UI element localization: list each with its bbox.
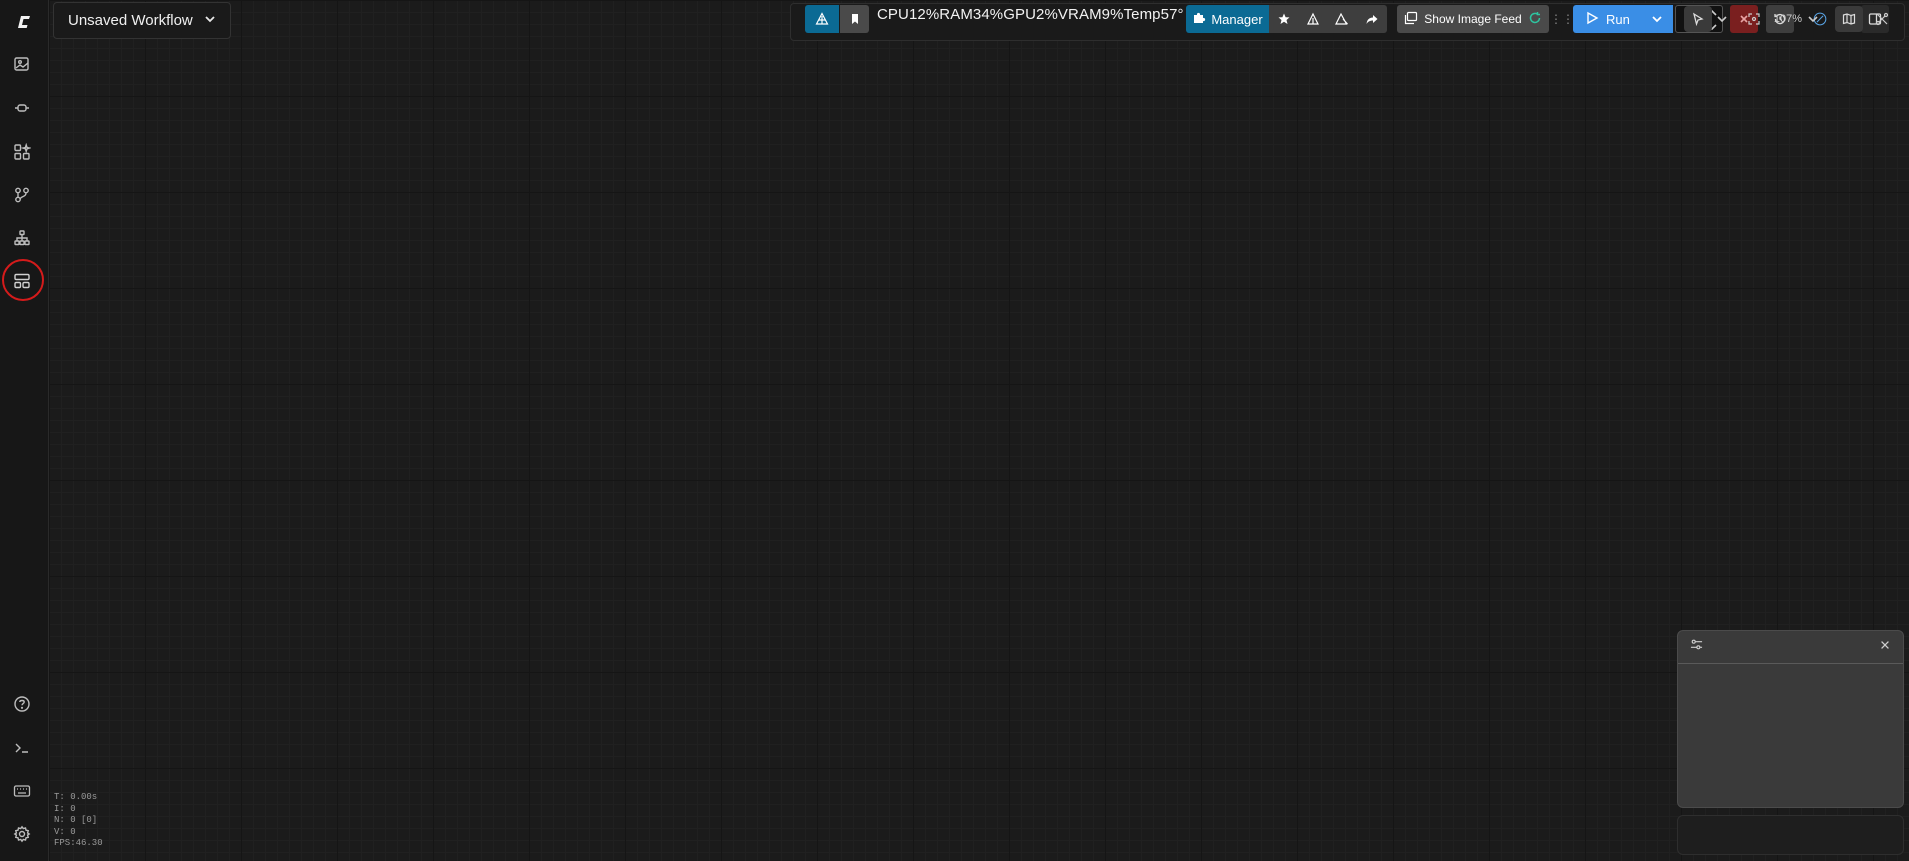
select-pointer-icon[interactable] <box>1684 6 1712 32</box>
zoom-dropdown[interactable]: 107% <box>1772 6 1822 32</box>
help-icon[interactable] <box>9 691 35 717</box>
models-icon[interactable] <box>9 95 35 121</box>
bookmark-icon[interactable] <box>840 5 869 33</box>
system-monitor-text: CPU12%RAM34%GPU2%VRAM9%Temp57° <box>877 6 1184 23</box>
link-visibility-icon[interactable] <box>1869 6 1895 32</box>
images-stack-icon <box>1404 11 1418 28</box>
refresh-icon <box>1528 11 1542 28</box>
stat-fps: FPS:46.30 <box>54 838 103 848</box>
crystools-icon[interactable] <box>805 5 839 33</box>
graph-canvas[interactable] <box>49 0 1909 861</box>
left-sidebar <box>0 0 49 861</box>
run-label: Run <box>1606 11 1630 27</box>
close-icon[interactable] <box>1879 638 1891 656</box>
model-install-icon[interactable] <box>1327 5 1356 33</box>
images-icon[interactable] <box>9 51 35 77</box>
stat-n: N: 0 [0] <box>54 815 98 825</box>
minimap-panel-header <box>1678 631 1903 664</box>
share-icon[interactable] <box>1356 5 1387 33</box>
manager-button[interactable]: Manager <box>1186 5 1269 33</box>
minimap-panel <box>1677 630 1904 808</box>
terminal-icon[interactable] <box>9 735 35 761</box>
minimap-toggle-icon[interactable] <box>1835 6 1863 32</box>
workflow-title-button[interactable]: Unsaved Workflow <box>53 2 231 39</box>
workflow-title: Unsaved Workflow <box>68 12 193 29</box>
pointer-mode-chevron-down-icon[interactable] <box>1714 6 1730 32</box>
templates-icon[interactable] <box>9 268 35 294</box>
chevron-down-icon <box>204 12 216 29</box>
drag-handle-icon[interactable]: ⋮⋮ <box>1550 5 1574 33</box>
queue-icon[interactable] <box>9 225 35 251</box>
manager-label: Manager <box>1211 11 1263 27</box>
fit-view-icon[interactable] <box>1742 6 1766 32</box>
sliders-icon[interactable] <box>1690 638 1703 656</box>
star-icon[interactable] <box>1269 5 1298 33</box>
stat-v: V: 0 <box>54 826 76 837</box>
play-icon <box>1585 11 1599 28</box>
settings-icon[interactable] <box>9 821 35 847</box>
stat-time: T: 0.00s <box>54 792 98 802</box>
run-options-chevron-icon[interactable] <box>1641 5 1673 33</box>
zoom-value: 107% <box>1773 13 1803 25</box>
comfy-logo-icon[interactable] <box>10 9 36 35</box>
workflows-icon[interactable] <box>9 182 35 208</box>
node-library-icon[interactable] <box>9 139 35 165</box>
show-image-feed-button[interactable]: Show Image Feed <box>1397 5 1549 33</box>
canvas-controls-bar <box>1677 815 1904 855</box>
render-stats: T: 0.00s I: 0 N: 0 [0] V: 0 FPS:46.30 <box>54 792 103 850</box>
puzzle-icon <box>1192 11 1206 28</box>
image-feed-label: Show Image Feed <box>1424 12 1522 26</box>
stat-i: I: 0 <box>54 803 76 814</box>
keyboard-icon[interactable] <box>9 778 35 804</box>
model-tools-icon[interactable] <box>1298 5 1327 33</box>
zoom-chevron-down-icon <box>1808 16 1818 23</box>
